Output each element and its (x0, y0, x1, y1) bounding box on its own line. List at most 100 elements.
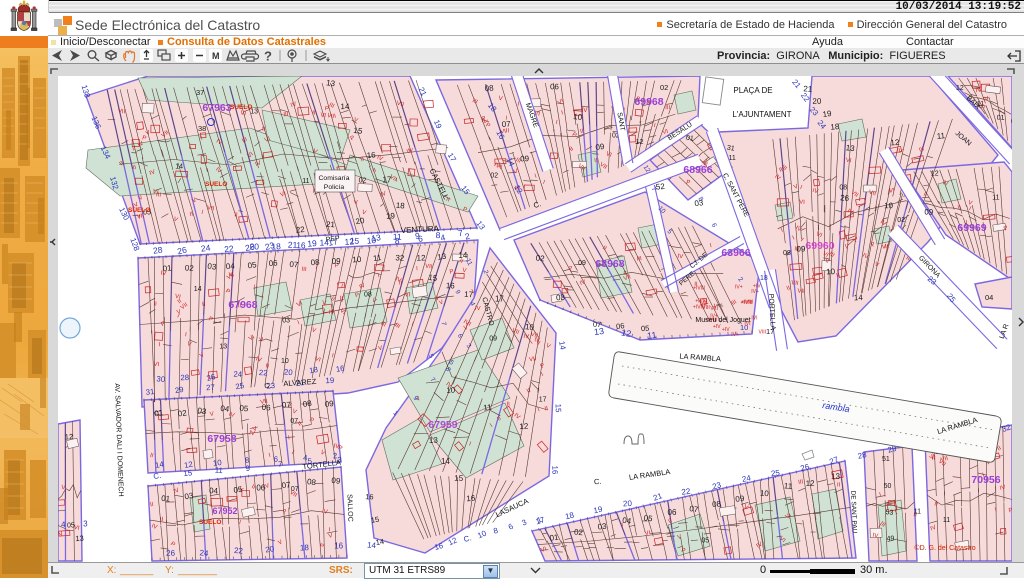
svg-text:©D. G. del Catastro: ©D. G. del Catastro (914, 544, 975, 552)
svg-text:07: 07 (282, 400, 292, 410)
svg-text:12: 12 (417, 253, 427, 262)
svg-text:V: V (354, 200, 359, 206)
svg-text:28: 28 (180, 373, 189, 382)
svg-text:17: 17 (382, 176, 391, 185)
svg-text:06: 06 (261, 403, 271, 413)
svg-text:VI: VI (799, 200, 805, 206)
svg-text:01: 01 (997, 115, 1005, 122)
svg-text:15: 15 (554, 404, 563, 413)
svg-text:VIII: VIII (710, 306, 718, 312)
svg-text:18: 18 (309, 365, 319, 375)
svg-text:10: 10 (740, 323, 748, 332)
svg-text:11: 11 (936, 131, 946, 141)
svg-text:67952: 67952 (212, 506, 237, 516)
svg-text:IV+: IV+ (735, 284, 743, 290)
svg-text:69969: 69969 (957, 222, 986, 234)
svg-text:14: 14 (375, 537, 385, 547)
svg-text:12: 12 (806, 479, 816, 488)
svg-text:49: 49 (886, 535, 894, 543)
svg-text:VI: VI (889, 189, 895, 195)
svg-text:21: 21 (652, 491, 664, 503)
svg-text:16: 16 (365, 492, 374, 501)
svg-text:10: 10 (760, 489, 770, 499)
svg-text:05: 05 (239, 404, 249, 414)
svg-text:IV: IV (523, 334, 529, 340)
svg-text:19: 19 (325, 376, 334, 385)
svg-text:09: 09 (595, 142, 606, 152)
svg-text:12: 12 (65, 432, 74, 441)
svg-text:VI: VI (845, 158, 852, 165)
svg-text:02: 02 (359, 178, 367, 185)
svg-text:69960: 69960 (805, 240, 834, 252)
svg-text:26: 26 (166, 549, 176, 558)
svg-text:09: 09 (331, 476, 341, 486)
svg-text:67958: 67958 (207, 433, 236, 445)
svg-text:70956: 70956 (971, 474, 1000, 486)
svg-text:IV: IV (872, 533, 879, 540)
svg-text:IV+: IV+ (751, 289, 759, 295)
svg-text:51: 51 (882, 456, 890, 463)
svg-text:7: 7 (457, 228, 463, 239)
svg-text:13: 13 (429, 436, 439, 445)
svg-text:III: III (283, 112, 289, 118)
svg-text:PLAÇA DE: PLAÇA DE (733, 86, 772, 95)
svg-text:C.: C. (594, 477, 602, 487)
svg-text:2: 2 (464, 231, 471, 242)
svg-text:16: 16 (296, 240, 306, 250)
svg-text:16: 16 (366, 150, 376, 160)
svg-text:02: 02 (185, 263, 195, 273)
svg-text:22: 22 (681, 487, 692, 497)
svg-text:01: 01 (154, 408, 165, 418)
svg-text:29: 29 (174, 385, 184, 395)
svg-text:V: V (462, 268, 467, 274)
svg-text:27: 27 (206, 383, 215, 392)
svg-text:02: 02 (177, 408, 188, 418)
svg-text:11: 11 (783, 481, 793, 491)
svg-text:Comisaría: Comisaría (319, 175, 350, 182)
svg-text:07: 07 (281, 480, 291, 490)
svg-text:22: 22 (259, 368, 268, 378)
svg-text:06: 06 (268, 258, 278, 268)
svg-text:06: 06 (615, 321, 625, 331)
svg-text:24: 24 (741, 473, 752, 484)
svg-text:08: 08 (307, 477, 318, 487)
svg-text:67959: 67959 (428, 419, 457, 431)
svg-text:21: 21 (326, 220, 336, 230)
svg-text:C.: C. (264, 383, 272, 390)
svg-text:LA R: LA R (999, 323, 1011, 340)
svg-text:+IV: +IV (722, 327, 730, 333)
svg-text:07: 07 (291, 486, 299, 493)
svg-text:VII: VII (797, 289, 805, 295)
svg-text:08: 08 (839, 185, 847, 192)
svg-text:13: 13 (75, 534, 84, 544)
svg-text:IV: IV (677, 254, 683, 261)
svg-text:19: 19 (822, 109, 833, 119)
svg-text:28: 28 (152, 244, 163, 255)
svg-text:24: 24 (199, 548, 209, 558)
svg-text:SUELO: SUELO (128, 207, 150, 214)
svg-text:III: III (301, 267, 307, 273)
svg-text:25: 25 (771, 468, 781, 478)
svg-text:67968: 67968 (228, 299, 257, 311)
svg-text:SUELO: SUELO (199, 519, 221, 526)
svg-text:05: 05 (233, 485, 243, 495)
svg-text:05: 05 (643, 513, 653, 523)
svg-text:+IVIII: +IVIII (693, 304, 705, 310)
svg-text:09: 09 (578, 260, 586, 267)
svg-text:SUELO: SUELO (230, 104, 252, 111)
svg-text:16: 16 (466, 494, 476, 504)
svg-text:16: 16 (550, 466, 559, 475)
svg-text:II: II (234, 212, 238, 218)
svg-text:10: 10 (476, 528, 488, 540)
svg-text:14: 14 (557, 340, 568, 351)
svg-text:14: 14 (340, 102, 350, 111)
svg-text:P: P (1008, 507, 1012, 514)
svg-text:03: 03 (207, 262, 217, 272)
svg-text:69968: 69968 (634, 96, 663, 108)
svg-text:08: 08 (364, 292, 372, 299)
svg-text:PEP: PEP (326, 235, 341, 243)
svg-text:21: 21 (803, 84, 813, 93)
svg-text:VII: VII (425, 264, 433, 271)
svg-text:10: 10 (884, 201, 894, 210)
svg-text:3: 3 (83, 520, 88, 529)
